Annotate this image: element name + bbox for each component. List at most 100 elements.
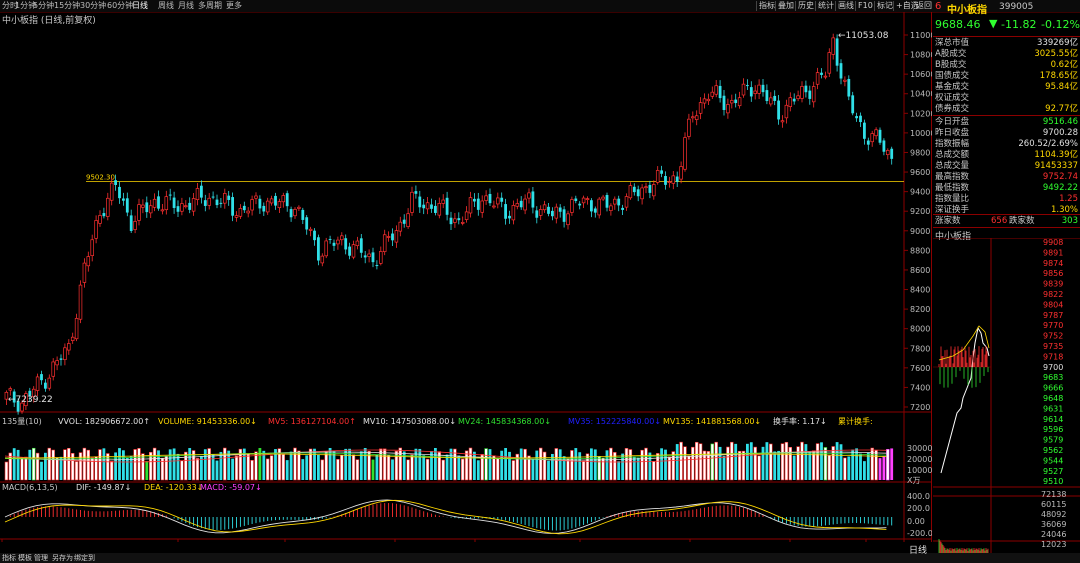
toolbar-btn-2[interactable]: 历史: [795, 1, 814, 11]
candle-up: [523, 198, 527, 211]
stat-row: 今日开盘 9516.46: [935, 117, 1078, 127]
period-7[interactable]: 周线: [158, 1, 174, 11]
candle-up: [74, 318, 79, 340]
period-10[interactable]: 更多: [226, 1, 242, 11]
volume-bar: [780, 443, 785, 481]
volume-bar: [547, 460, 550, 480]
volume-bar: [55, 457, 59, 481]
toolbar-btn-4[interactable]: 画线: [835, 1, 854, 11]
candle-down: [313, 230, 316, 241]
candle-up: [460, 221, 465, 224]
mini-price-tick: 9596: [1043, 425, 1063, 434]
volume-indicator-name[interactable]: 135量(10): [2, 417, 42, 427]
candle-down: [227, 195, 231, 200]
candle-up: [35, 376, 40, 391]
candle-up: [152, 198, 157, 208]
volume-bar: [765, 442, 769, 480]
stat-row: 总成交额 1104.39亿: [935, 150, 1078, 160]
candle-up: [496, 197, 500, 205]
volume-bar: [769, 443, 773, 481]
stat-label: 深总市值: [935, 38, 970, 48]
candle-down: [168, 194, 172, 196]
period-5[interactable]: 60分钟: [107, 1, 133, 11]
candle-down: [332, 242, 336, 246]
volume-bar: [207, 448, 211, 481]
volume-bar: [492, 455, 496, 481]
candle-up: [480, 200, 484, 213]
candle-up: [386, 236, 391, 238]
macd-indicator-name[interactable]: MACD(6,13,5): [2, 483, 58, 493]
stat-row: 基金成交 95.84亿: [935, 82, 1078, 92]
volume-bar: [652, 461, 656, 481]
volume-tick-label: 10000: [907, 466, 932, 475]
divider: [933, 115, 1080, 116]
candle-up: [691, 116, 695, 119]
bottom-tab-3[interactable]: 另存为: [52, 553, 73, 563]
candle-up: [694, 115, 699, 120]
volume-bar: [535, 450, 539, 480]
toolbar-btn-8[interactable]: 返回: [913, 1, 932, 11]
candle-down: [835, 38, 839, 66]
stat-value: 260.52/2.69%: [1018, 139, 1078, 149]
toolbar-btn-1[interactable]: 叠加: [775, 1, 794, 11]
candle-up: [184, 205, 188, 208]
candle-down: [402, 219, 406, 224]
candle-up: [581, 197, 586, 204]
period-3[interactable]: 15分钟: [54, 1, 80, 11]
candle-up: [698, 102, 703, 114]
tab-daily[interactable]: 日线: [909, 543, 927, 556]
stat-row: 权证成交: [935, 93, 1078, 103]
volume-bar: [835, 442, 839, 480]
candle-down: [59, 358, 63, 360]
volume-bar: [730, 441, 734, 481]
candle-up: [597, 198, 601, 216]
period-4[interactable]: 30分钟: [80, 1, 106, 11]
mini-vol-tick: 24046: [1041, 530, 1066, 539]
bottom-tab-0[interactable]: 指标: [2, 553, 16, 563]
kline-chart[interactable]: 11000 10800 10600 10400 10200 10000 9800 9600 94…: [0, 12, 932, 542]
period-6[interactable]: 日线: [132, 1, 148, 11]
volume-bar: [511, 460, 516, 481]
candle-up: [554, 206, 559, 219]
index-name: 中小板指: [947, 5, 987, 16]
volume-indicator-value: MV5: 136127104.00↑: [268, 417, 356, 426]
volume-tick-label: 30000: [907, 444, 932, 453]
volume-bar: [804, 444, 808, 480]
period-8[interactable]: 月线: [178, 1, 194, 11]
candle-up: [780, 120, 785, 123]
toolbar-btn-3[interactable]: 统计: [815, 1, 834, 11]
price-tick-label: 7800: [910, 344, 930, 353]
candle-down: [847, 78, 851, 97]
volume-bar: [195, 458, 200, 481]
mini-price-tick: 9856: [1043, 269, 1063, 278]
candle-up: [741, 83, 746, 96]
period-9[interactable]: 多周期: [198, 1, 222, 11]
candle-down: [859, 115, 862, 123]
period-2[interactable]: 5分钟: [33, 1, 54, 11]
bottom-tab-4[interactable]: 绑定到: [74, 553, 95, 563]
candle-up: [624, 196, 629, 208]
candle-up: [843, 79, 847, 82]
intraday-mini-chart[interactable]: 99089891 98749856 983998229804 97879770 9752…: [933, 238, 1080, 563]
volume-bar: [430, 451, 433, 480]
candle-up: [815, 72, 820, 85]
volume-bar: [749, 442, 753, 480]
volume-indicator-value: VOLUME: 91453336.00↓: [158, 417, 257, 426]
stat-value: 95.84亿: [1045, 82, 1078, 92]
candle-down: [422, 204, 426, 209]
candle-down: [765, 90, 769, 102]
toolbar-btn-0[interactable]: 指标: [756, 1, 775, 11]
volume-bar: [882, 456, 886, 480]
bottom-tab-1[interactable]: 模板: [18, 553, 32, 563]
candle-down: [519, 200, 523, 208]
candle-down: [157, 196, 160, 209]
stat-value: 9700.28: [1042, 128, 1078, 138]
toolbar-btn-5[interactable]: F10: [855, 1, 873, 11]
candle-up: [702, 98, 707, 104]
candle-up: [51, 361, 55, 377]
macd-tick-label: 0.00: [907, 517, 925, 526]
volume-bar: [425, 458, 430, 481]
bottom-tab-2[interactable]: 管理: [34, 553, 48, 563]
volume-bar: [593, 449, 597, 480]
toolbar-btn-6[interactable]: 标记: [874, 1, 893, 11]
